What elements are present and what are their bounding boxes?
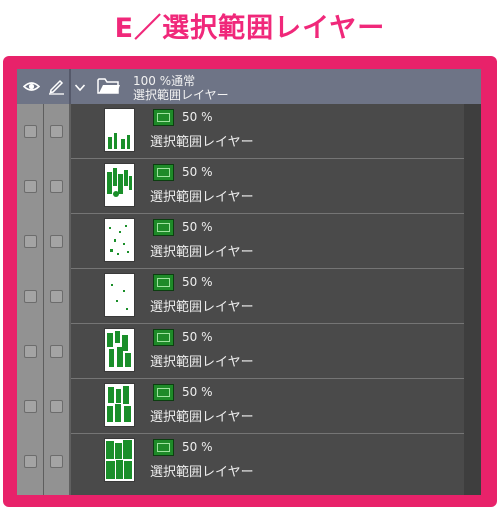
visibility-checkbox[interactable] <box>24 235 37 248</box>
layer-name: 選択範囲レイヤー <box>150 465 254 480</box>
folder-name: 選択範囲レイヤー <box>133 88 229 102</box>
layer-opacity: 50 % <box>182 220 213 234</box>
layer-row[interactable]: 50 % 選択範囲レイヤー <box>17 379 481 434</box>
layer-thumbnail <box>104 273 135 317</box>
eye-icon[interactable] <box>23 78 40 95</box>
layer-thumbnail <box>104 108 135 152</box>
lock-checkbox[interactable] <box>50 180 63 193</box>
layer-row[interactable]: 50 % 選択範囲レイヤー <box>17 104 481 159</box>
layer-name: 選択範囲レイヤー <box>150 410 254 425</box>
folder-layer-row[interactable]: 100 %通常 選択範囲レイヤー <box>17 69 481 104</box>
pen-icon[interactable] <box>48 77 65 95</box>
layer-color-swatch[interactable] <box>153 219 174 236</box>
layer-name: 選択範囲レイヤー <box>150 245 254 260</box>
layer-opacity: 50 % <box>182 165 213 179</box>
scrollbar[interactable] <box>464 104 481 495</box>
layer-color-swatch[interactable] <box>153 274 174 291</box>
lock-checkbox[interactable] <box>50 125 63 138</box>
visibility-checkbox[interactable] <box>24 125 37 138</box>
visibility-checkbox[interactable] <box>24 455 37 468</box>
layer-thumbnail <box>104 163 135 207</box>
layer-row[interactable]: 50 % 選択範囲レイヤー <box>17 434 481 489</box>
visibility-checkbox[interactable] <box>24 290 37 303</box>
chevron-down-icon[interactable] <box>74 83 86 92</box>
layer-thumbnail <box>104 218 135 262</box>
lock-checkbox[interactable] <box>50 345 63 358</box>
layer-opacity: 50 % <box>182 385 213 399</box>
layer-name: 選択範囲レイヤー <box>150 135 254 150</box>
layer-name: 選択範囲レイヤー <box>150 190 254 205</box>
lock-checkbox[interactable] <box>50 455 63 468</box>
layer-opacity: 50 % <box>182 110 213 124</box>
layer-color-swatch[interactable] <box>153 439 174 456</box>
layer-name: 選択範囲レイヤー <box>150 355 254 370</box>
visibility-checkbox[interactable] <box>24 180 37 193</box>
header-separator <box>69 69 71 104</box>
layer-thumbnail <box>104 328 135 372</box>
layer-row[interactable]: 50 % 選択範囲レイヤー <box>17 159 481 214</box>
lock-checkbox[interactable] <box>50 400 63 413</box>
layer-color-swatch[interactable] <box>153 109 174 126</box>
folder-icon <box>97 78 120 94</box>
layer-row[interactable]: 50 % 選択範囲レイヤー <box>17 324 481 379</box>
page-caption: E／選択範囲レイヤー <box>114 13 386 44</box>
layer-opacity: 50 % <box>182 440 213 454</box>
layer-opacity: 50 % <box>182 330 213 344</box>
lock-checkbox[interactable] <box>50 235 63 248</box>
visibility-checkbox[interactable] <box>24 345 37 358</box>
layer-thumbnail <box>104 438 135 482</box>
layer-row[interactable]: 50 % 選択範囲レイヤー <box>17 214 481 269</box>
layer-color-swatch[interactable] <box>153 384 174 401</box>
layer-name: 選択範囲レイヤー <box>150 300 254 315</box>
layer-panel: 100 %通常 選択範囲レイヤー 50 % 選択範囲レイヤー 50 % 選択範囲… <box>17 69 481 495</box>
visibility-checkbox[interactable] <box>24 400 37 413</box>
layer-color-swatch[interactable] <box>153 164 174 181</box>
layer-color-swatch[interactable] <box>153 329 174 346</box>
layer-row[interactable]: 50 % 選択範囲レイヤー <box>17 269 481 324</box>
layer-thumbnail <box>104 383 135 427</box>
layer-opacity: 50 % <box>182 275 213 289</box>
lock-checkbox[interactable] <box>50 290 63 303</box>
